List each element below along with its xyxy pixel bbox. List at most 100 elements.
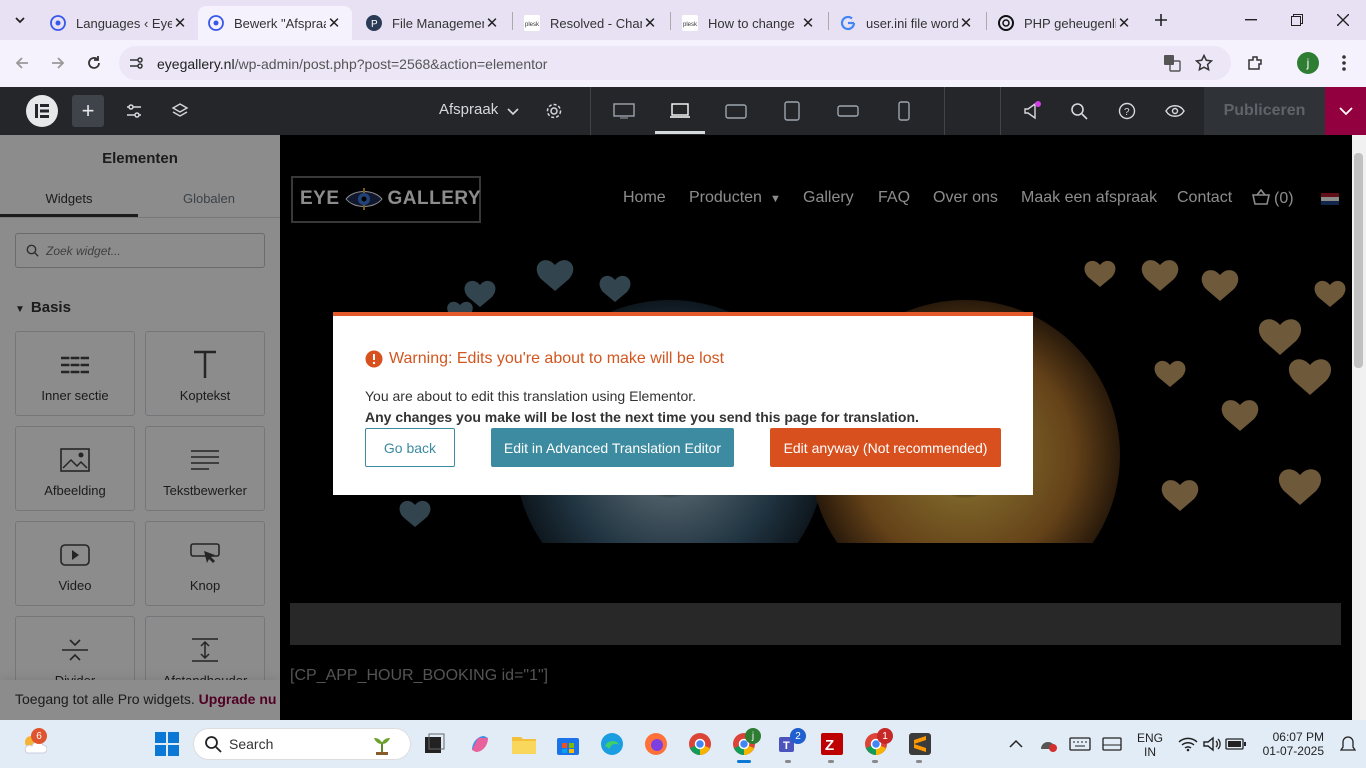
announcements-megaphone-icon[interactable] (1020, 99, 1044, 123)
copilot-icon[interactable] (466, 730, 494, 758)
site-settings-sliders-icon[interactable] (122, 99, 146, 123)
openai-icon (998, 15, 1014, 31)
tablet-portrait-icon[interactable] (780, 99, 804, 123)
back-arrow-icon[interactable] (10, 51, 34, 75)
google-icon (840, 15, 856, 31)
dialog-title: Warning: Edits you're about to make will… (389, 350, 725, 367)
tab-file-management[interactable]: P File Managemen ✕ (356, 6, 510, 40)
plesk-icon: plesk (682, 15, 698, 31)
tab-languages[interactable]: Languages ‹ Eye ✕ (40, 6, 198, 40)
bookmark-star-icon[interactable] (1192, 51, 1216, 75)
page-settings-gear-icon[interactable] (542, 99, 566, 123)
reload-icon[interactable] (82, 51, 106, 75)
tab-search-chevron-icon[interactable] (8, 8, 32, 32)
tab-title: File Managemen (392, 15, 484, 31)
language-indicator[interactable]: ENG IN (1137, 731, 1163, 759)
minimize-icon[interactable] (1228, 0, 1274, 40)
show-hidden-icons-chevron[interactable] (1002, 730, 1030, 758)
tab-title: How to change (708, 15, 795, 31)
tab-title: user.ini file word (866, 15, 958, 31)
url-text[interactable]: eyegallery.nl/wp-admin/post.php?post=256… (157, 56, 547, 72)
task-view-icon[interactable] (420, 730, 448, 758)
chrome-badge: 1 (877, 728, 893, 744)
page-name: Afspraak (439, 101, 499, 118)
battery-icon[interactable] (1222, 730, 1250, 758)
chevron-down-icon[interactable] (501, 99, 525, 123)
edge-browser-icon[interactable] (598, 730, 626, 758)
svg-text:Z: Z (825, 737, 834, 754)
preview-eye-icon[interactable] (1163, 99, 1187, 123)
svg-text:plesk: plesk (683, 22, 698, 28)
close-icon[interactable]: ✕ (326, 15, 342, 32)
forward-arrow-icon[interactable] (46, 51, 70, 75)
close-icon[interactable]: ✕ (172, 15, 188, 32)
publish-options-chevron-icon[interactable] (1325, 87, 1366, 135)
profile-badge-icon: j (745, 728, 761, 744)
close-icon[interactable]: ✕ (642, 15, 658, 32)
active-device-indicator (655, 131, 705, 134)
chrome-profile-icon[interactable] (686, 730, 714, 758)
clock-date: 01-07-2025 (1262, 744, 1324, 758)
search-icon[interactable] (1067, 99, 1091, 123)
notification-bell-icon[interactable] (1334, 730, 1362, 758)
laptop-device-icon[interactable] (668, 99, 692, 123)
tab-php-geheugen[interactable]: PHP geheugenli ✕ (988, 6, 1142, 40)
svg-text:plesk: plesk (525, 22, 540, 28)
desktop-device-icon[interactable] (612, 99, 636, 123)
site-info-icon[interactable] (124, 51, 148, 75)
tablet-landscape-icon[interactable] (724, 99, 748, 123)
translate-icon[interactable] (1160, 51, 1184, 75)
go-back-button[interactable]: Go back (365, 428, 455, 467)
tab-title: PHP geheugenli (1024, 15, 1116, 31)
weather-badge: 6 (31, 728, 47, 744)
profile-avatar[interactable]: j (1297, 52, 1319, 74)
plesk-icon: plesk (524, 15, 540, 31)
display-tray-icon[interactable] (1098, 730, 1126, 758)
svg-text:T: T (783, 740, 790, 752)
new-tab-plus-icon[interactable] (1149, 8, 1173, 32)
extensions-icon[interactable] (1243, 51, 1267, 75)
search-icon (199, 730, 227, 758)
keyboard-tray-icon[interactable] (1066, 730, 1094, 758)
edit-anyway-button[interactable]: Edit anyway (Not recommended) (770, 428, 1001, 467)
tab-how-to-change[interactable]: plesk How to change ✕ (672, 6, 826, 40)
tab-resolved[interactable]: plesk Resolved - Chan ✕ (514, 6, 668, 40)
running-indicator (916, 760, 922, 763)
elementor-logo-icon[interactable] (26, 95, 58, 127)
mobile-portrait-icon[interactable] (892, 99, 916, 123)
teams-badge: 2 (790, 728, 806, 744)
layers-icon[interactable] (168, 99, 192, 123)
mobile-landscape-icon[interactable] (836, 99, 860, 123)
svg-text:P: P (371, 19, 378, 30)
close-window-icon[interactable] (1320, 0, 1366, 40)
close-icon[interactable]: ✕ (800, 15, 816, 32)
taskbar-search-label: Search (229, 736, 274, 752)
filezilla-icon[interactable]: Z (818, 730, 846, 758)
microsoft-store-icon[interactable] (554, 730, 582, 758)
publish-button[interactable]: Publiceren (1204, 87, 1325, 135)
tab-user-ini[interactable]: user.ini file word ✕ (830, 6, 984, 40)
edit-in-ate-button[interactable]: Edit in Advanced Translation Editor (491, 428, 734, 467)
active-app-indicator (737, 760, 751, 763)
restore-icon[interactable] (1274, 0, 1320, 40)
add-element-button[interactable]: + (72, 95, 104, 127)
close-icon[interactable]: ✕ (484, 15, 500, 32)
wordpress-icon (208, 15, 224, 31)
system-clock[interactable]: 06:07 PM 01-07-2025 (1258, 730, 1324, 758)
firefox-icon[interactable] (642, 730, 670, 758)
sublime-text-icon[interactable] (906, 730, 934, 758)
security-tray-icon[interactable] (1034, 730, 1062, 758)
svg-text:?: ? (1124, 107, 1130, 118)
scrollbar-thumb[interactable] (1354, 153, 1363, 368)
running-indicator (872, 760, 878, 763)
help-question-icon[interactable]: ? (1115, 99, 1139, 123)
kebab-menu-icon[interactable] (1332, 51, 1356, 75)
running-indicator (828, 760, 834, 763)
tab-bewerk-afspraak[interactable]: Bewerk "Afspraa ✕ (198, 6, 352, 40)
windows-start-icon[interactable] (153, 730, 181, 758)
file-explorer-icon[interactable] (510, 730, 538, 758)
close-icon[interactable]: ✕ (958, 15, 974, 32)
close-icon[interactable]: ✕ (1116, 15, 1132, 32)
page-name-dropdown[interactable]: Afspraak (439, 101, 498, 118)
dialog-warning-message: Any changes you make will be lost the ne… (365, 409, 919, 425)
